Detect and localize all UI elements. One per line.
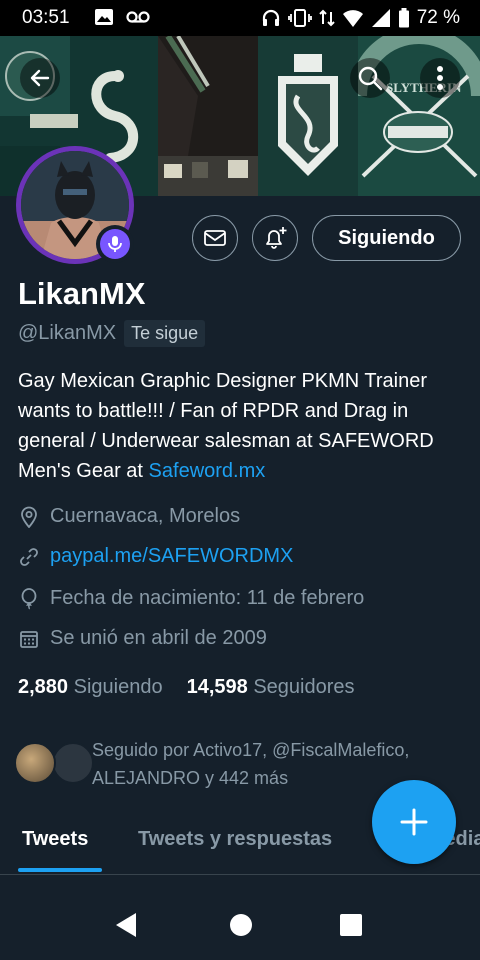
status-bar: 03:51 72 % (0, 0, 480, 36)
search-button[interactable] (350, 58, 390, 98)
system-nav-bar (0, 892, 480, 960)
mail-icon (204, 230, 226, 246)
message-button[interactable] (192, 215, 238, 261)
microphone-icon (108, 236, 122, 252)
active-tab-indicator (18, 868, 102, 872)
notifications-button[interactable] (252, 215, 298, 261)
joined-row: Se unió en abril de 2009 (18, 627, 267, 650)
follower-avatar-1 (14, 742, 56, 784)
following-count-link[interactable]: 2,880 Siguiendo (18, 676, 163, 699)
follow-counts: 2,880 Siguiendo 14,598 Seguidores (18, 676, 355, 699)
compose-tweet-button[interactable] (372, 780, 456, 864)
location-text: Cuernavaca, Morelos (50, 505, 241, 527)
following-count: 2,880 (18, 676, 69, 698)
more-options-button[interactable] (420, 58, 460, 98)
following-label: Siguiendo (73, 676, 163, 698)
location-pin-icon (21, 506, 37, 528)
search-icon (358, 66, 383, 91)
tab-tweets[interactable]: Tweets (22, 828, 88, 851)
handle-row: @LikanMX Te sigue (18, 320, 206, 347)
birthday-row: Fecha de nacimiento: 11 de febrero (18, 587, 364, 610)
website-link[interactable]: paypal.me/SAFEWORDMX (50, 545, 293, 568)
spaces-badge[interactable] (96, 225, 134, 263)
voicemail-icon (126, 11, 150, 23)
status-time: 03:51 (22, 7, 70, 28)
link-icon (20, 547, 38, 566)
location-row: Cuernavaca, Morelos (18, 505, 240, 528)
back-button[interactable] (20, 58, 60, 98)
vibrate-icon (287, 9, 312, 27)
tab-tweets-and-replies[interactable]: Tweets y respuestas (138, 828, 332, 851)
robe-image (158, 36, 258, 196)
status-right: 72 % (261, 7, 460, 29)
banner-panel-2 (158, 36, 258, 196)
calendar-icon (20, 630, 38, 648)
profile-name: LikanMX (18, 276, 146, 311)
follows-you-badge: Te sigue (124, 320, 206, 347)
more-vertical-icon (437, 66, 443, 90)
following-button[interactable]: Siguiendo (312, 215, 461, 261)
nav-back-icon[interactable] (114, 912, 138, 938)
banner-panel-shield (258, 36, 358, 196)
back-arrow-icon (30, 69, 50, 87)
website-row[interactable]: paypal.me/SAFEWORDMX (18, 545, 293, 568)
headphones-icon (262, 9, 279, 26)
battery-percent: 72 % (416, 7, 460, 28)
notification-icons (94, 8, 150, 26)
followers-count: 14,598 (186, 676, 248, 698)
wifi-icon (342, 10, 363, 27)
bell-plus-icon (266, 227, 287, 249)
birthday-text: Fecha de nacimiento: 11 de febrero (50, 587, 365, 609)
data-transfer-icon (318, 9, 335, 27)
balloon-icon (21, 587, 37, 610)
nav-recents-icon[interactable] (339, 912, 363, 938)
follower-avatar-2 (52, 742, 94, 784)
profile-bio: Gay Mexican Graphic Designer PKMN Traine… (18, 366, 468, 486)
battery-icon (398, 8, 409, 28)
shield-emblem-image (258, 36, 358, 196)
profile-handle: @LikanMX (18, 322, 117, 344)
nav-home-icon[interactable] (229, 912, 253, 938)
joined-text: Se unió en abril de 2009 (50, 627, 267, 649)
bio-link[interactable]: Safeword.mx (149, 460, 266, 482)
plus-icon (400, 808, 428, 836)
signal-icon (371, 9, 390, 27)
followers-count-link[interactable]: 14,598 Seguidores (187, 676, 355, 699)
followers-label: Seguidores (253, 676, 355, 698)
image-notification-icon (95, 9, 113, 25)
